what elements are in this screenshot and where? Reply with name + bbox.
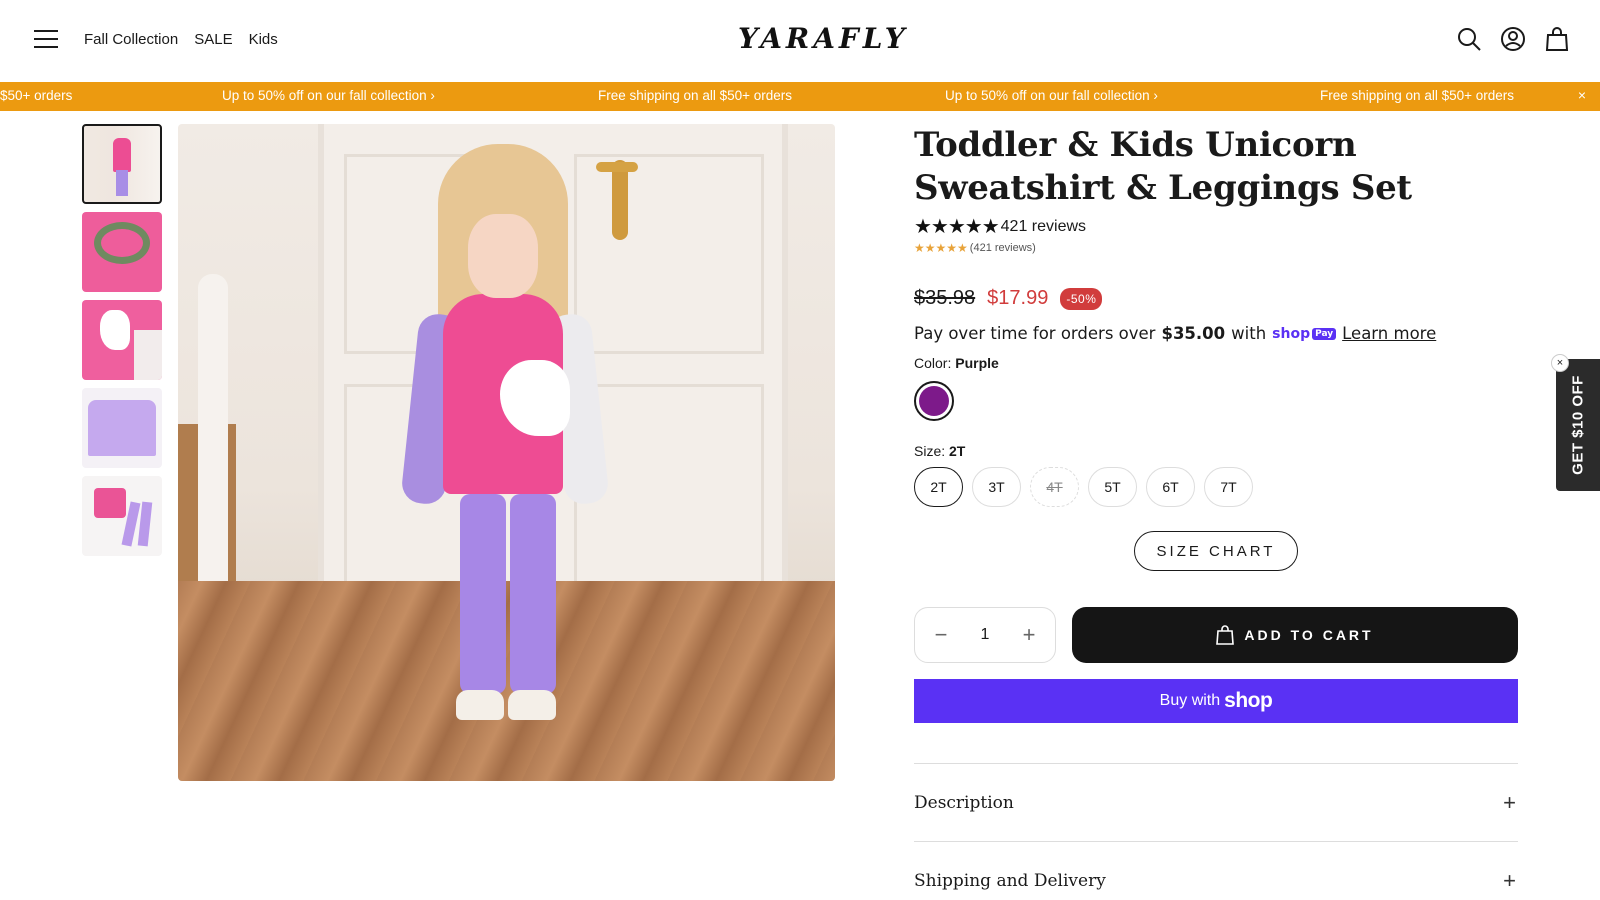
- thumbnail-5[interactable]: [82, 476, 162, 556]
- minus-icon[interactable]: −: [929, 622, 953, 647]
- size-label: Size: 2T: [914, 443, 966, 459]
- header-actions: [1456, 26, 1570, 52]
- wood-floor: [178, 581, 835, 781]
- plus-icon: +: [1503, 789, 1516, 815]
- white-sneaker: [508, 690, 556, 720]
- nav-kids[interactable]: Kids: [249, 31, 278, 48]
- accordion-description[interactable]: Description +: [914, 764, 1518, 842]
- size-option-6t[interactable]: 6T: [1146, 467, 1195, 507]
- announcement-text[interactable]: $50+ orders: [0, 88, 72, 103]
- search-icon[interactable]: [1456, 26, 1482, 52]
- review-count[interactable]: 421 reviews: [1001, 218, 1086, 236]
- add-to-cart-label: ADD TO CART: [1244, 627, 1374, 643]
- selected-color: Purple: [955, 355, 999, 371]
- thumbnail-list: [82, 124, 162, 564]
- main-product-image[interactable]: [178, 124, 835, 781]
- product-accordion: Description + Shipping and Delivery +: [914, 763, 1518, 900]
- learn-more-link[interactable]: Learn more: [1342, 324, 1436, 343]
- cart-row: − 1 + ADD TO CART: [914, 607, 1518, 663]
- main-nav: Fall Collection SALE Kids: [84, 31, 278, 48]
- announcement-bar: $50+ orders Up to 50% off on our fall co…: [0, 82, 1600, 111]
- shop-logo: shop: [1224, 689, 1273, 712]
- installments-text: Pay over time for orders over: [914, 324, 1156, 343]
- buy-with-label: Buy with: [1159, 692, 1221, 709]
- site-logo[interactable]: YARAFLY: [738, 22, 909, 55]
- product-info: Toddler & Kids Unicorn Sweatshirt & Legg…: [914, 124, 1518, 900]
- size-option-3t[interactable]: 3T: [972, 467, 1021, 507]
- color-swatch-purple[interactable]: [914, 381, 954, 421]
- announcement-text[interactable]: Free shipping on all $50+ orders: [1320, 88, 1514, 103]
- shop-pay-logo: shop Pay: [1272, 326, 1337, 342]
- rating-row-small: ★★★★★ (421 reviews): [914, 241, 1518, 255]
- white-sneaker: [456, 690, 504, 720]
- site-header: Fall Collection SALE Kids YARAFLY: [0, 0, 1600, 82]
- installments-amount: $35.00: [1161, 324, 1226, 343]
- door-handle: [596, 146, 640, 246]
- purple-legging: [460, 494, 506, 694]
- purple-legging: [510, 494, 556, 694]
- menu-icon[interactable]: [34, 30, 58, 50]
- size-option-7t[interactable]: 7T: [1204, 467, 1253, 507]
- buy-with-shop-button[interactable]: Buy with shop: [914, 679, 1518, 723]
- size-option-2t[interactable]: 2T: [914, 467, 963, 507]
- accordion-title: Description: [914, 792, 1014, 813]
- discount-side-tab[interactable]: GET $10 OFF: [1556, 359, 1600, 491]
- installments-message: Pay over time for orders over $35.00 wit…: [914, 324, 1518, 343]
- rating-row[interactable]: ★★★★★ 421 reviews: [914, 214, 1518, 239]
- size-option-5t[interactable]: 5T: [1088, 467, 1137, 507]
- thumbnail-3[interactable]: [82, 300, 162, 380]
- accordion-shipping[interactable]: Shipping and Delivery +: [914, 842, 1518, 900]
- stair-railing: [198, 274, 228, 634]
- star-rating-small-icon: ★★★★★: [914, 241, 968, 255]
- thumbnail-1[interactable]: [82, 124, 162, 204]
- price-row: $35.98 $17.99 -50%: [914, 287, 1518, 310]
- discount-badge: -50%: [1060, 287, 1103, 310]
- compare-price: $35.98: [914, 287, 976, 309]
- add-to-cart-button[interactable]: ADD TO CART: [1072, 607, 1518, 663]
- accordion-title: Shipping and Delivery: [914, 870, 1106, 891]
- thumbnail-2[interactable]: [82, 212, 162, 292]
- quantity-stepper: − 1 +: [914, 607, 1056, 663]
- star-rating-icon: ★★★★★: [914, 216, 1000, 238]
- color-label: Color: Purple: [914, 355, 999, 371]
- thumbnail-4[interactable]: [82, 388, 162, 468]
- selected-size: 2T: [949, 443, 966, 459]
- sale-price: $17.99: [987, 287, 1049, 309]
- bag-icon: [1216, 625, 1235, 645]
- size-options: 2T 3T 4T 5T 6T 7T: [914, 467, 1518, 507]
- nav-sale[interactable]: SALE: [194, 31, 232, 48]
- plus-icon: +: [1503, 867, 1516, 893]
- account-icon[interactable]: [1500, 26, 1526, 52]
- product-title: Toddler & Kids Unicorn Sweatshirt & Legg…: [914, 125, 1412, 208]
- plus-icon[interactable]: +: [1017, 622, 1041, 647]
- review-count-small: (421 reviews): [969, 242, 1036, 254]
- cart-bag-icon[interactable]: [1544, 26, 1570, 52]
- side-tab-close-icon[interactable]: ×: [1551, 354, 1569, 372]
- announcement-text[interactable]: Up to 50% off on our fall collection ›: [222, 88, 435, 103]
- size-chart-button[interactable]: SIZE CHART: [1134, 531, 1298, 571]
- announcement-close-icon[interactable]: ×: [1578, 87, 1586, 103]
- nav-fall-collection[interactable]: Fall Collection: [84, 31, 178, 48]
- quantity-value[interactable]: 1: [981, 626, 990, 644]
- side-tab-label: GET $10 OFF: [1569, 375, 1587, 475]
- announcement-text[interactable]: Up to 50% off on our fall collection ›: [945, 88, 1158, 103]
- installments-with: with: [1231, 324, 1267, 343]
- size-option-4t[interactable]: 4T: [1030, 467, 1079, 507]
- announcement-text[interactable]: Free shipping on all $50+ orders: [598, 88, 792, 103]
